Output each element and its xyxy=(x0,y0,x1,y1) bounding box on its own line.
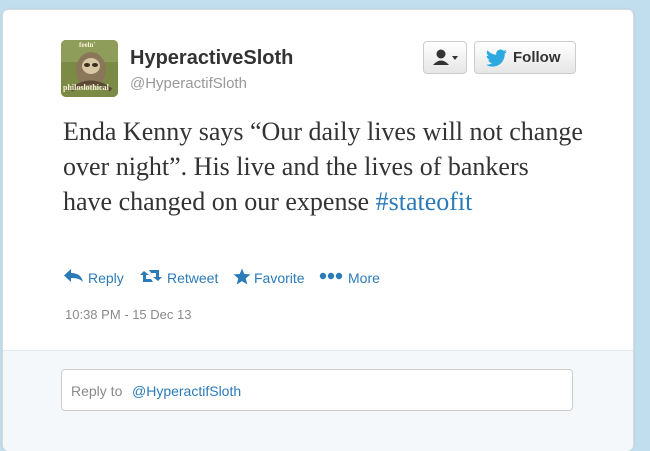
follow-label: Follow xyxy=(513,49,561,66)
reply-placeholder-mention: @HyperactifSloth xyxy=(132,383,242,399)
twitter-bird-icon xyxy=(486,49,507,67)
avatar-caption-top: feeln' xyxy=(79,41,96,49)
more-label: More xyxy=(348,270,380,286)
more-button[interactable]: More xyxy=(319,267,381,287)
tweet-body: Enda Kenny says “Our daily lives will no… xyxy=(63,117,583,216)
reply-placeholder-prefix: Reply to xyxy=(71,383,123,399)
reply-button[interactable]: Reply xyxy=(63,267,127,287)
tweet-timestamp[interactable]: 10:38 PM - 15 Dec 13 xyxy=(65,307,191,322)
screen-name[interactable]: @HyperactifSloth xyxy=(130,75,247,92)
hashtag-link[interactable]: #stateofit xyxy=(376,187,473,216)
caret-down-icon xyxy=(452,56,458,60)
avatar[interactable]: feeln' philoslothical xyxy=(61,40,118,97)
tweet-card: feeln' philoslothical HyperactiveSloth @… xyxy=(2,9,634,451)
retweet-button[interactable]: Retweet xyxy=(140,267,222,287)
reply-icon xyxy=(64,269,83,282)
star-icon xyxy=(233,268,251,285)
reply-label: Reply xyxy=(88,270,124,286)
favorite-button[interactable]: Favorite xyxy=(233,267,307,287)
reply-input[interactable]: Reply to @HyperactifSloth xyxy=(61,369,573,411)
user-icon xyxy=(433,49,458,65)
follow-button[interactable]: Follow xyxy=(474,41,576,74)
user-actions-dropdown-button[interactable] xyxy=(423,41,467,74)
retweet-icon xyxy=(140,270,162,282)
retweet-label: Retweet xyxy=(167,270,219,286)
avatar-caption-bottom: philoslothical xyxy=(63,83,109,92)
favorite-label: Favorite xyxy=(254,270,305,286)
reply-footer: Reply to @HyperactifSloth xyxy=(3,350,633,451)
more-dots-icon xyxy=(319,272,343,280)
display-name[interactable]: HyperactiveSloth xyxy=(130,47,293,70)
tweet-text: Enda Kenny says “Our daily lives will no… xyxy=(63,114,583,219)
